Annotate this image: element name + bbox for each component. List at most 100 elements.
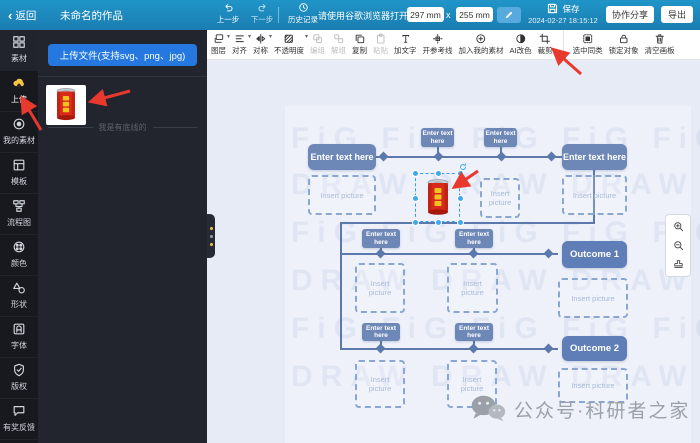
selection-handle[interactable]	[412, 195, 419, 202]
tool-label: 不透明度	[274, 46, 304, 56]
share-button[interactable]: 协作分享	[606, 6, 654, 23]
tool-copy[interactable]: 复制	[349, 30, 370, 59]
pan-tool-button[interactable]	[669, 256, 687, 273]
export-button[interactable]: 导出	[661, 6, 693, 23]
materials-icon	[12, 35, 26, 49]
selection-handle[interactable]	[457, 195, 464, 202]
sidebar-item-fonts[interactable]: 字体	[0, 317, 38, 358]
history-button[interactable]: 历史记录	[284, 2, 322, 25]
tool-add-to-materials[interactable]: 加入我的素材	[456, 30, 507, 59]
tool-mirror[interactable]: ▾ 对称	[250, 30, 272, 59]
tool-lock-object[interactable]: 锁定对象	[606, 30, 642, 59]
sidebar-item-templates[interactable]: 模板	[0, 153, 38, 194]
uploaded-image-thumbnail[interactable]	[46, 85, 86, 125]
flow-node-text-small[interactable]: Enter text here	[455, 323, 493, 341]
sidebar-item-upload[interactable]: 上传	[0, 71, 38, 112]
insert-picture-placeholder[interactable]: Insert picture	[558, 368, 628, 403]
selection-handle[interactable]	[457, 170, 464, 177]
redo-button[interactable]: 下一步	[246, 2, 278, 25]
insert-picture-placeholder[interactable]: Insert picture	[447, 263, 498, 313]
tool-label: 对齐	[232, 46, 247, 56]
flow-node-text-small[interactable]: Enter text here	[362, 229, 400, 248]
outcome-node[interactable]: Outcome 1	[562, 241, 627, 268]
feedback-icon	[12, 404, 26, 418]
tool-clear-board[interactable]: 清空画板	[642, 30, 678, 59]
divider	[278, 7, 279, 23]
tool-crop[interactable]: 裁剪	[535, 30, 556, 59]
connector-line[interactable]	[376, 156, 562, 158]
flowchart-icon	[12, 199, 26, 213]
outcome-node[interactable]: Outcome 2	[562, 336, 627, 361]
divider	[38, 76, 207, 77]
tool-label: 粘贴	[373, 46, 388, 56]
tool-guides[interactable]: 开参考线	[420, 30, 456, 59]
document-title: 未命名的作品	[60, 9, 123, 22]
selection-handle[interactable]	[435, 219, 442, 226]
flow-node-text-small[interactable]: Enter text here	[484, 128, 517, 147]
edit-toolbar: ▾ 图层 ▾ 对齐 ▾ 对称 ▾ 不透明度 编组 解组 复制 粘贴 加文字 开参考线 加入我的素材 AI改色裁…	[207, 30, 700, 60]
flow-node-text-small[interactable]: Enter text here	[421, 128, 454, 147]
height-input[interactable]: 255 mm	[456, 7, 493, 22]
insert-picture-placeholder[interactable]: Insert picture	[562, 175, 627, 215]
insert-picture-placeholder[interactable]: Insert picture	[355, 263, 405, 313]
pan-tool-icon	[673, 259, 684, 270]
flow-node-text[interactable]: Enter text here	[562, 144, 627, 170]
flow-node-text[interactable]: Enter text here	[308, 144, 376, 170]
pencil-icon	[504, 10, 514, 20]
edit-size-button[interactable]	[497, 7, 521, 23]
copyright-icon	[12, 363, 26, 377]
sidebar-item-label: 流程图	[7, 218, 31, 227]
sidebar-item-copyright[interactable]: 版权	[0, 358, 38, 399]
selection-handle[interactable]	[435, 170, 442, 177]
width-input[interactable]: 297 mm	[407, 7, 444, 22]
tool-ai-recolor[interactable]: AI改色	[507, 30, 535, 59]
insert-picture-placeholder[interactable]: Insert picture	[447, 360, 497, 408]
insert-picture-placeholder[interactable]: Insert picture	[480, 178, 520, 218]
tool-layers[interactable]: ▾ 图层	[208, 30, 230, 59]
tool-paste: 粘贴	[370, 30, 391, 59]
tool-opacity[interactable]: ▾ 不透明度	[271, 30, 308, 59]
undo-button[interactable]: 上一步	[212, 2, 244, 25]
back-label: 返回	[15, 9, 37, 22]
zoom-out-button[interactable]	[669, 237, 687, 254]
tool-label: 锁定对象	[608, 46, 639, 56]
panel-collapse-handle[interactable]	[207, 214, 215, 258]
sidebar-item-my-materials[interactable]: 我的素材	[0, 112, 38, 153]
insert-picture-placeholder[interactable]: Insert picture	[355, 360, 405, 408]
sidebar-item-shapes[interactable]: 形状	[0, 276, 38, 317]
align-icon	[234, 33, 246, 45]
tool-select-same[interactable]: 选中同类	[562, 30, 606, 59]
zoom-in-button[interactable]	[669, 218, 687, 235]
crop-icon	[539, 33, 551, 45]
design-canvas[interactable]: FiG FiG FiG FiG FiG DRAW DRAW DRAW DRAW …	[207, 60, 700, 443]
tool-ungroup: 解组	[328, 30, 349, 59]
save-icon	[546, 2, 559, 15]
selected-image-object[interactable]	[415, 173, 460, 222]
save-timestamp: 2024-02-27 18:15:12	[528, 16, 598, 25]
sidebar-item-label: 素材	[11, 54, 27, 63]
ungroup-icon	[333, 33, 345, 45]
selection-handle[interactable]	[457, 219, 464, 226]
upload-icon	[12, 76, 26, 90]
insert-picture-placeholder[interactable]: Insert picture	[308, 175, 376, 215]
upload-file-button[interactable]: 上传文件(支持svg、png、jpg)	[48, 44, 197, 66]
sidebar-item-materials[interactable]: 素材	[0, 30, 38, 71]
flow-node-text-small[interactable]: Enter text here	[362, 323, 400, 341]
tool-label: 解组	[331, 46, 346, 56]
tool-align[interactable]: ▾ 对齐	[229, 30, 251, 59]
insert-picture-placeholder[interactable]: Insert picture	[558, 278, 628, 318]
top-bar: ‹ 返回 未命名的作品 上一步 下一步 历史记录 请使用谷歌浏览器打开网站 29…	[0, 0, 700, 30]
my-materials-icon	[12, 117, 26, 131]
sidebar-item-label: 模板	[11, 177, 27, 186]
back-button[interactable]: ‹ 返回	[8, 0, 36, 30]
flow-node-text-small[interactable]: Enter text here	[455, 229, 493, 248]
red-can-image	[53, 87, 79, 123]
sidebar-item-flowchart[interactable]: 流程图	[0, 194, 38, 235]
selection-handle[interactable]	[412, 170, 419, 177]
sidebar-item-colors[interactable]: 颜色	[0, 235, 38, 276]
tool-add-text[interactable]: 加文字	[391, 30, 420, 59]
sidebar-item-label: 形状	[11, 300, 27, 309]
sidebar-item-feedback[interactable]: 有奖反馈	[0, 399, 38, 440]
selection-handle[interactable]	[412, 219, 419, 226]
save-button[interactable]: 保存 2024-02-27 18:15:12	[528, 2, 598, 26]
